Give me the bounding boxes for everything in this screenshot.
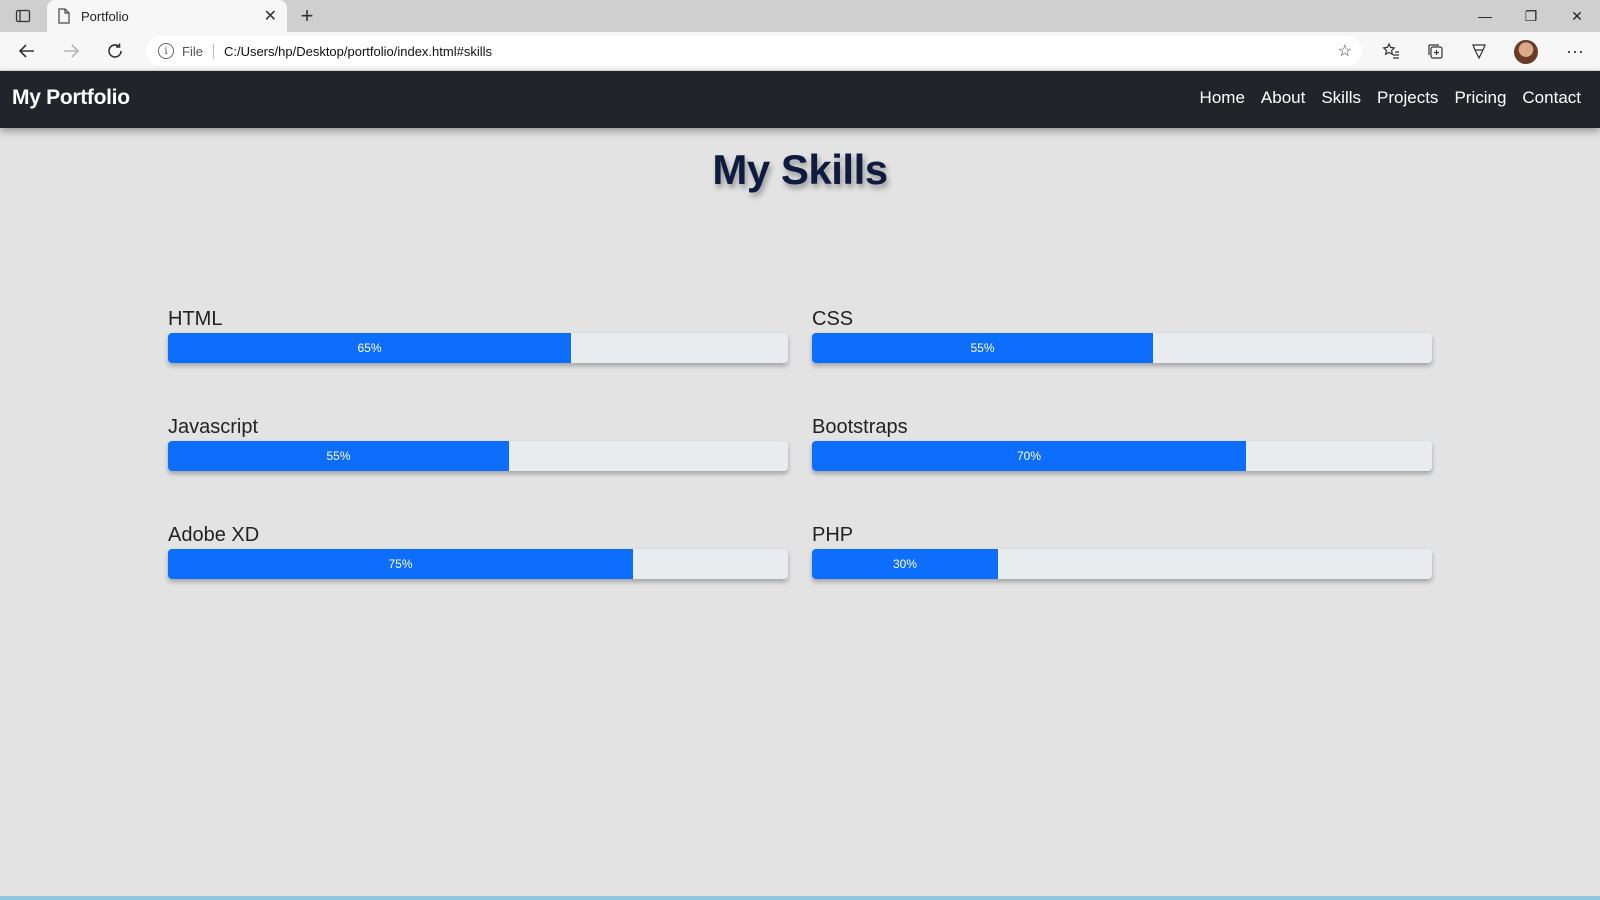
new-tab-button[interactable]: + — [294, 3, 320, 29]
address-scheme-label: File — [182, 43, 214, 59]
tab-actions-icon — [15, 9, 31, 23]
info-icon[interactable]: i — [158, 43, 174, 59]
collections-button[interactable] — [1420, 36, 1450, 66]
progress-fill: 70% — [812, 441, 1246, 471]
skill-bootstraps: Bootstraps 70% — [812, 416, 1432, 471]
site-navbar: My Portfolio Home About Skills Projects … — [0, 71, 1600, 128]
skill-html: HTML 65% — [168, 308, 788, 363]
browser-tab[interactable]: Portfolio ✕ — [47, 0, 287, 32]
refresh-button[interactable] — [100, 36, 130, 66]
forward-arrow-icon — [64, 44, 80, 58]
extensions-icon — [1472, 44, 1486, 60]
progress-track: 75% — [168, 549, 788, 579]
skill-label: HTML — [168, 308, 223, 330]
back-button[interactable] — [12, 36, 42, 66]
close-tab-icon[interactable]: ✕ — [264, 6, 277, 26]
address-bar[interactable]: i File C:/Users/hp/Desktop/portfolio/ind… — [146, 36, 1362, 66]
forward-button[interactable] — [56, 36, 86, 66]
browser-toolbar: i File C:/Users/hp/Desktop/portfolio/ind… — [0, 32, 1600, 71]
skill-css: CSS 55% — [812, 308, 1432, 363]
close-window-button[interactable]: ✕ — [1554, 0, 1600, 32]
skill-label: PHP — [812, 524, 854, 546]
restore-button[interactable]: ❐ — [1508, 0, 1554, 32]
url-text[interactable]: C:/Users/hp/Desktop/portfolio/index.html… — [224, 44, 492, 59]
skill-label: Javascript — [168, 416, 259, 438]
skill-adobe-xd: Adobe XD 75% — [168, 524, 788, 579]
skill-php: PHP 30% — [812, 524, 1432, 579]
skill-label: Adobe XD — [168, 524, 260, 546]
back-arrow-icon — [18, 44, 34, 58]
profile-avatar[interactable] — [1514, 40, 1538, 64]
progress-track: 55% — [168, 441, 788, 471]
add-favorite-icon[interactable]: ☆ — [1338, 41, 1352, 61]
extensions-button[interactable] — [1464, 36, 1494, 66]
progress-track: 65% — [168, 333, 788, 363]
progress-fill: 30% — [812, 549, 998, 579]
progress-track: 70% — [812, 441, 1432, 471]
nav-links: Home About Skills Projects Pricing Conta… — [1200, 88, 1581, 108]
more-menu-button[interactable]: ··· — [1560, 36, 1590, 66]
tab-title: Portfolio — [81, 8, 129, 24]
page-icon — [58, 8, 70, 24]
nav-link-contact[interactable]: Contact — [1522, 88, 1581, 108]
nav-link-home[interactable]: Home — [1200, 88, 1245, 108]
tab-actions-button[interactable] — [0, 0, 46, 32]
collections-icon — [1428, 44, 1443, 59]
progress-fill: 55% — [812, 333, 1153, 363]
skills-title: My Skills — [712, 146, 888, 193]
progress-fill: 75% — [168, 549, 633, 579]
favorites-list-icon — [1382, 42, 1399, 59]
browser-tab-bar: Portfolio ✕ + — ❐ ✕ — [0, 0, 1600, 32]
progress-track: 30% — [812, 549, 1432, 579]
progress-fill: 65% — [168, 333, 571, 363]
progress-fill: 55% — [168, 441, 509, 471]
favorites-button[interactable] — [1376, 36, 1406, 66]
skill-label: CSS — [812, 308, 854, 330]
taskbar-edge — [0, 896, 1600, 900]
progress-track: 55% — [812, 333, 1432, 363]
skill-label: Bootstraps — [812, 416, 908, 438]
nav-link-pricing[interactable]: Pricing — [1454, 88, 1506, 108]
more-dots-icon: ··· — [1566, 40, 1584, 61]
refresh-icon — [108, 43, 122, 58]
skill-javascript: Javascript 55% — [168, 416, 788, 471]
nav-link-projects[interactable]: Projects — [1377, 88, 1438, 108]
nav-link-skills[interactable]: Skills — [1321, 88, 1361, 108]
site-brand[interactable]: My Portfolio — [12, 86, 130, 110]
nav-link-about[interactable]: About — [1261, 88, 1305, 108]
minimize-button[interactable]: — — [1462, 0, 1508, 32]
